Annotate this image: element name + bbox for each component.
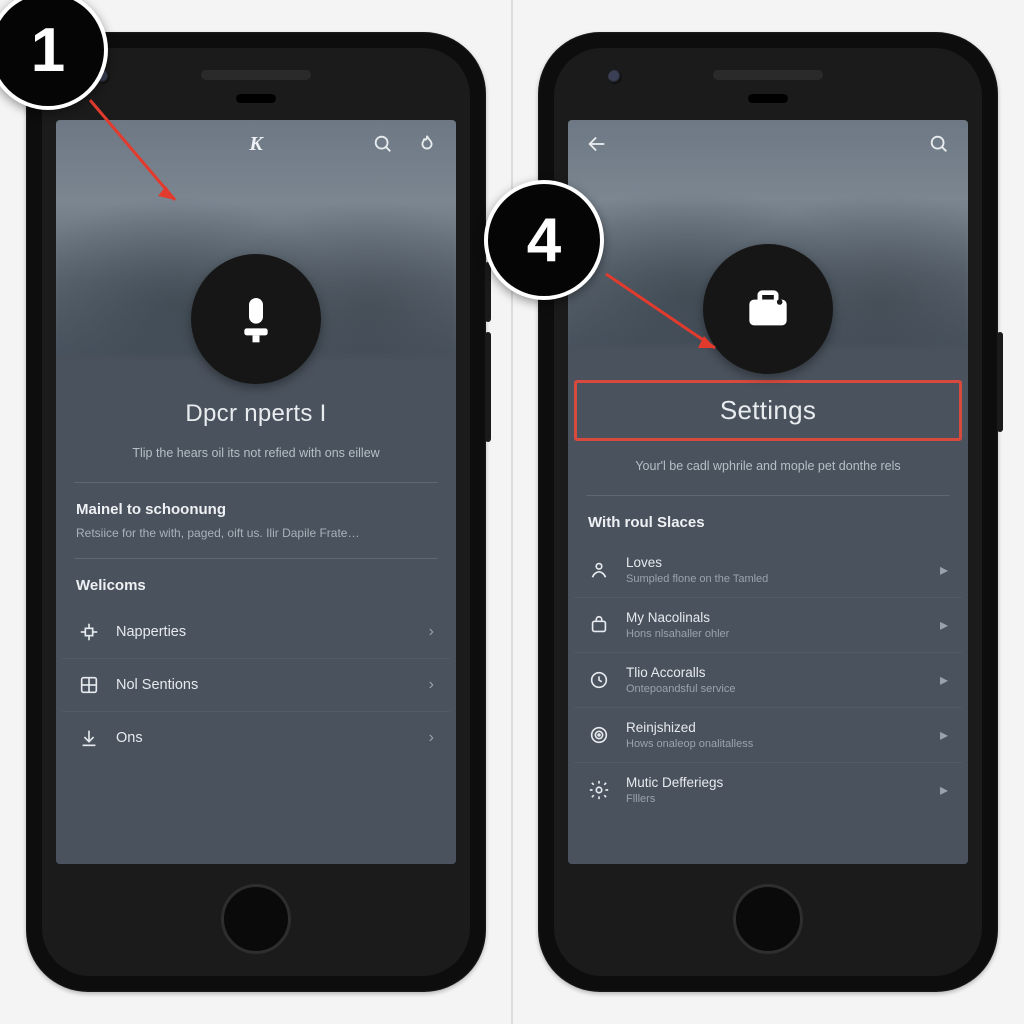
welcome-section: Welicoms xyxy=(56,559,456,594)
callout-arrow xyxy=(80,90,200,220)
menu-label: Nol Sentions xyxy=(116,677,413,693)
screen-left: K Dpcr nperts I Tlip the hears oil its n… xyxy=(56,120,456,864)
back-icon[interactable] xyxy=(586,133,608,155)
phone-speaker xyxy=(201,70,311,80)
item-desc: Hows onaleop onalitalless xyxy=(626,738,924,750)
item-label: Reinjshized xyxy=(626,720,924,735)
settings-item-accoralls[interactable]: Tlio Accoralls Ontepoandsful service ▸ xyxy=(574,652,962,707)
bag-icon xyxy=(588,614,610,636)
menu-item-ons[interactable]: Ons › xyxy=(62,711,450,764)
item-label: My Nacolinals xyxy=(626,610,924,625)
profile-subtitle: Tlip the hears oil its not refied with o… xyxy=(80,446,432,460)
menu-label: Napperties xyxy=(116,624,413,640)
chevron-right-icon: ▸ xyxy=(940,670,948,690)
profile-avatar[interactable] xyxy=(191,254,321,384)
phone-sensor xyxy=(236,94,276,103)
settings-item-reinjshized[interactable]: Reinjshized Hows onaleop onalitalless ▸ xyxy=(574,707,962,762)
menu-label: Ons xyxy=(116,730,413,746)
phone-sensor xyxy=(748,94,788,103)
search-icon[interactable] xyxy=(928,133,950,155)
target-icon xyxy=(588,724,610,746)
section-heading: With roul Slaces xyxy=(588,514,948,531)
page-subtitle: Your'l be cadl wphrile and mople pet don… xyxy=(592,459,944,473)
search-icon[interactable] xyxy=(372,133,394,155)
section-heading: Mainel to schoonung xyxy=(76,501,436,518)
section: With roul Slaces xyxy=(568,496,968,531)
home-button[interactable] xyxy=(221,884,291,954)
item-label: Loves xyxy=(626,555,924,570)
phone-side-button xyxy=(485,262,491,322)
step-number: 4 xyxy=(527,205,561,276)
phone-speaker xyxy=(713,70,823,80)
menu-item-sentions[interactable]: Nol Sentions › xyxy=(62,658,450,711)
gear-icon xyxy=(588,779,610,801)
section-heading: Welicoms xyxy=(76,577,436,594)
chevron-right-icon: › xyxy=(429,623,434,641)
settings-item-loves[interactable]: Loves Sumpled flone on the Tamled ▸ xyxy=(574,543,962,597)
settings-item-defferiegs[interactable]: Mutic Defferiegs Flllers ▸ xyxy=(574,762,962,817)
phone-side-button xyxy=(997,332,1003,432)
chevron-right-icon: ▸ xyxy=(940,615,948,635)
chevron-right-icon: ▸ xyxy=(940,725,948,745)
clock-icon xyxy=(588,669,610,691)
phone-camera xyxy=(608,70,622,84)
profile-title: Dpcr nperts I xyxy=(56,400,456,428)
pane-divider xyxy=(511,0,513,1024)
callout-arrow xyxy=(600,268,740,368)
step-number: 1 xyxy=(31,15,65,86)
flame-icon[interactable] xyxy=(416,133,438,155)
download-icon xyxy=(78,727,100,749)
info-section: Mainel to schoonung Retsiice for the wit… xyxy=(56,483,456,540)
chevron-right-icon: ▸ xyxy=(940,780,948,800)
settings-item-nacolinals[interactable]: My Nacolinals Hons nlsahaller ohler ▸ xyxy=(574,597,962,652)
item-label: Tlio Accoralls xyxy=(626,665,924,680)
section-sub: Retsiice for the with, paged, oift us. I… xyxy=(76,526,436,540)
item-desc: Hons nlsahaller ohler xyxy=(626,628,924,640)
chevron-right-icon: › xyxy=(429,676,434,694)
home-button[interactable] xyxy=(733,884,803,954)
step-badge-4: 4 xyxy=(484,180,604,300)
chevron-right-icon: › xyxy=(429,729,434,747)
screen-right: Settings Your'l be cadl wphrile and mopl… xyxy=(568,120,968,864)
item-label: Mutic Defferiegs xyxy=(626,775,924,790)
person-icon xyxy=(588,559,610,581)
item-desc: Sumpled flone on the Tamled xyxy=(626,573,924,585)
chevron-right-icon: ▸ xyxy=(940,560,948,580)
settings-header-highlight[interactable]: Settings xyxy=(574,380,962,441)
item-desc: Flllers xyxy=(626,793,924,805)
widget-icon xyxy=(78,621,100,643)
menu-item-napperties[interactable]: Napperties › xyxy=(62,606,450,658)
page-title: Settings xyxy=(577,395,959,426)
grid-icon xyxy=(78,674,100,696)
phone-side-button xyxy=(485,332,491,442)
item-desc: Ontepoandsful service xyxy=(626,683,924,695)
phone-frame-right: Settings Your'l be cadl wphrile and mopl… xyxy=(538,32,998,992)
